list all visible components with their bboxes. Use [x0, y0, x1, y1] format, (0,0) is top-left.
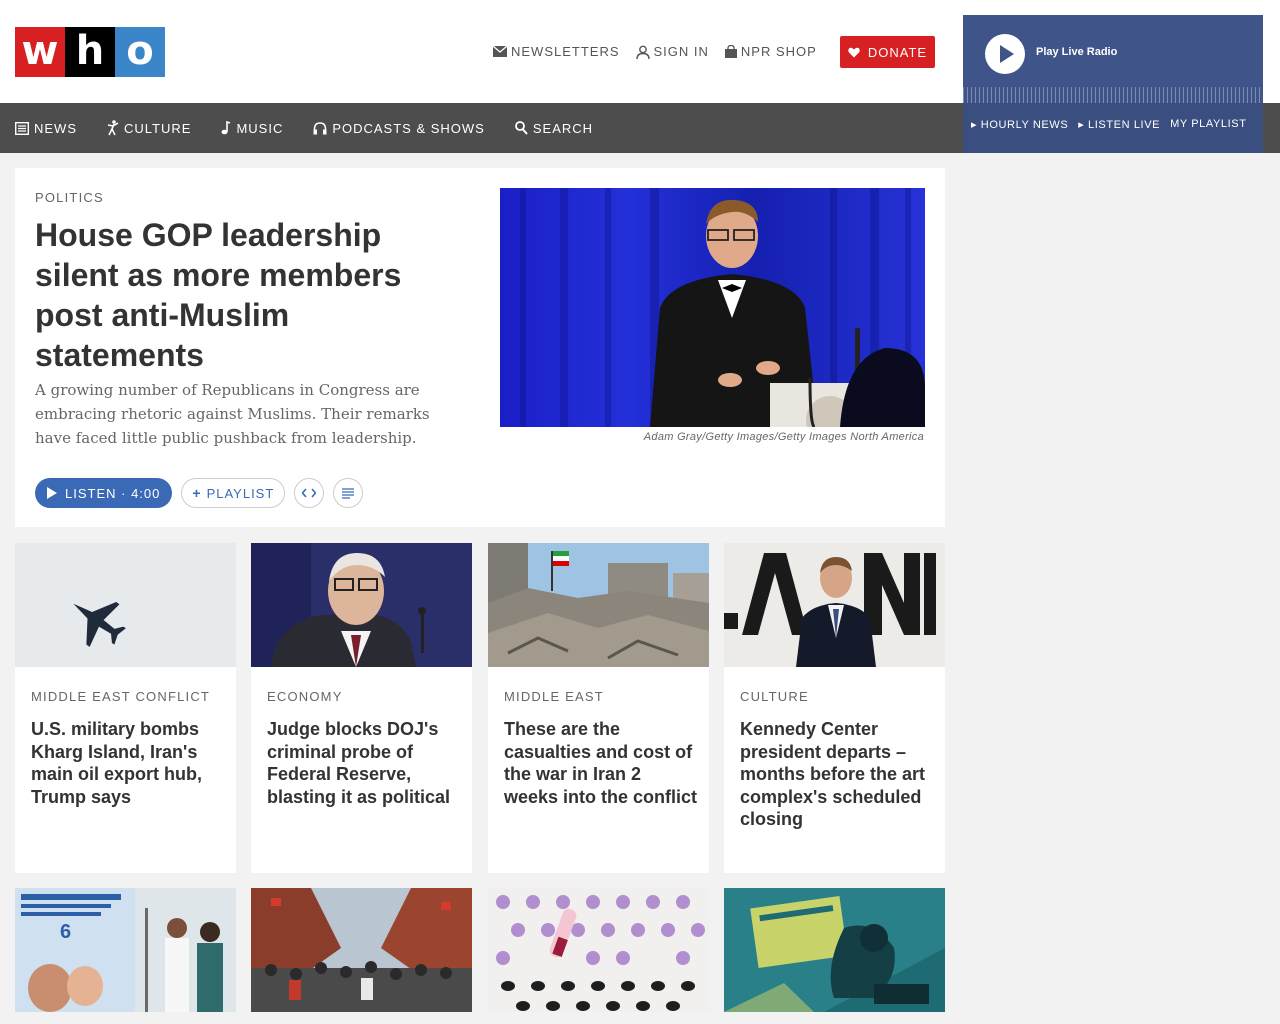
nav-label-music: MUSIC	[236, 120, 284, 136]
playlist-label: PLAYLIST	[206, 485, 275, 501]
hourly-news-link[interactable]: ▸ HOURLY NEWS	[971, 118, 1068, 131]
nav-item-podcasts[interactable]: PODCASTS & SHOWS	[313, 121, 485, 136]
svg-text:6: 6	[60, 921, 71, 943]
card-slug[interactable]: MIDDLE EAST	[504, 689, 604, 704]
story-headline[interactable]: House GOP leadership silent as more memb…	[35, 215, 465, 375]
nav-label-podcasts: PODCASTS & SHOWS	[332, 120, 485, 136]
site-logo[interactable]: w h o	[15, 27, 165, 77]
logo-letter-h: h	[65, 27, 115, 77]
radio-title[interactable]: Play Live Radio	[1036, 46, 1117, 58]
transcript-icon	[342, 487, 355, 499]
newspaper-icon	[15, 121, 29, 135]
nav-label-news: NEWS	[34, 120, 77, 136]
newsletters-link[interactable]: NEWSLETTERS	[493, 44, 620, 59]
nav-item-search[interactable]: SEARCH	[514, 120, 594, 136]
sign-in-link[interactable]: SIGN IN	[635, 44, 709, 59]
story-card[interactable]: CULTURE Kennedy Center president departs…	[724, 543, 945, 873]
headphones-icon	[313, 121, 327, 135]
logo-letter-o: o	[115, 27, 165, 77]
dancer-icon	[107, 120, 119, 136]
nav-label-culture: CULTURE	[124, 120, 192, 136]
user-icon	[635, 45, 650, 59]
music-note-icon	[221, 121, 231, 135]
sign-in-label: SIGN IN	[653, 44, 709, 59]
story-thumbnail[interactable]	[724, 888, 945, 1012]
nav-item-news[interactable]: NEWS	[15, 121, 77, 136]
story-teaser: A growing number of Republicans in Congr…	[35, 381, 430, 447]
newsletters-label: NEWSLETTERS	[511, 44, 620, 59]
card-headline[interactable]: Judge blocks DOJ's criminal probe of Fed…	[267, 718, 463, 808]
story-slug[interactable]: POLITICS	[35, 190, 104, 205]
story-thumbnail[interactable]: 6	[15, 888, 236, 1012]
photo-caption: Adam Gray/Getty Images/Getty Images Nort…	[643, 431, 924, 443]
plus-icon: +	[192, 485, 202, 501]
nav-label-search: SEARCH	[532, 120, 594, 136]
listen-label: LISTEN · 4:00	[65, 485, 161, 501]
play-icon	[47, 487, 57, 499]
radio-player: Play Live Radio	[963, 15, 1263, 103]
hourly-news-label: HOURLY NEWS	[980, 119, 1069, 131]
shopping-bag-icon	[724, 45, 737, 58]
shop-label: NPR SHOP	[740, 44, 817, 59]
waveform-graphic	[963, 87, 1263, 103]
story-thumbnail[interactable]	[251, 543, 472, 667]
donate-label: DONATE	[867, 44, 928, 60]
mail-icon	[493, 46, 507, 57]
card-slug[interactable]: ECONOMY	[267, 689, 343, 704]
search-icon	[514, 121, 528, 135]
listen-live-link[interactable]: ▸ LISTEN LIVE	[1078, 118, 1160, 131]
listen-button[interactable]: LISTEN · 4:00	[35, 478, 173, 508]
radio-links: ▸ HOURLY NEWS ▸ LISTEN LIVE MY PLAYLIST	[971, 118, 1247, 131]
story-photo[interactable]	[500, 188, 925, 427]
story-thumbnail[interactable]	[15, 543, 236, 667]
nav-item-music[interactable]: MUSIC	[221, 121, 283, 136]
live-radio-widget: Play Live Radio ▸ HOURLY NEWS ▸ LISTEN L…	[963, 15, 1263, 153]
listen-live-label: LISTEN LIVE	[1088, 119, 1161, 131]
logo-letter-w: w	[15, 27, 65, 77]
card-slug[interactable]: MIDDLE EAST CONFLICT	[31, 689, 210, 704]
story-thumbnail[interactable]	[488, 888, 709, 1012]
card-headline[interactable]: These are the casualties and cost of the…	[504, 718, 700, 808]
card-headline[interactable]: Kennedy Center president departs – month…	[740, 718, 936, 831]
add-to-playlist-button[interactable]: + PLAYLIST	[181, 478, 286, 508]
card-headline[interactable]: U.S. military bombs Kharg Island, Iran's…	[31, 718, 227, 808]
story-thumbnail[interactable]	[251, 888, 472, 1012]
heart-icon	[848, 47, 860, 58]
story-card[interactable]: MIDDLE EAST These are the casualties and…	[488, 543, 709, 873]
card-slug[interactable]: CULTURE	[740, 689, 809, 704]
code-icon	[302, 488, 317, 498]
transcript-button[interactable]	[333, 478, 364, 508]
embed-button[interactable]	[294, 478, 325, 508]
story-card[interactable]: ECONOMY Judge blocks DOJ's criminal prob…	[251, 543, 472, 873]
story-actions: LISTEN · 4:00 + PLAYLIST	[35, 478, 364, 508]
featured-story: POLITICS House GOP leadership silent as …	[15, 168, 945, 527]
shop-link[interactable]: NPR SHOP	[724, 44, 817, 59]
my-playlist-link[interactable]: MY PLAYLIST	[1170, 118, 1247, 131]
nav-item-culture[interactable]: CULTURE	[107, 120, 191, 136]
story-thumbnail[interactable]	[724, 543, 945, 667]
story-card[interactable]: MIDDLE EAST CONFLICT U.S. military bombs…	[15, 543, 236, 873]
story-thumbnail[interactable]	[488, 543, 709, 667]
donate-button[interactable]: DONATE	[840, 36, 935, 68]
header-links: NEWSLETTERS SIGN IN NPR SHOP	[493, 44, 817, 59]
play-icon[interactable]	[985, 34, 1025, 74]
